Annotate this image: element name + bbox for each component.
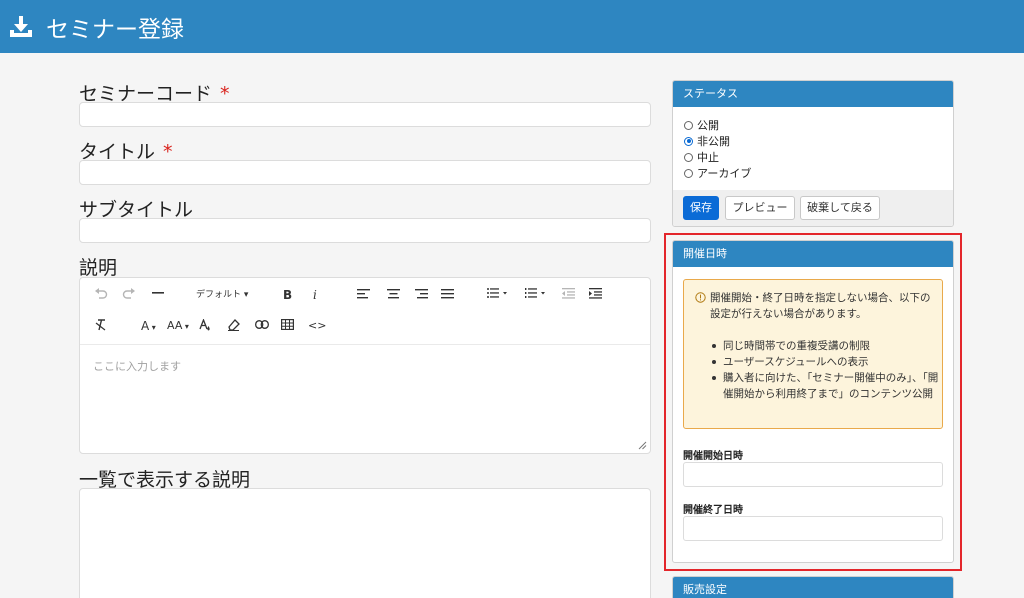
description-label: 説明 [79, 257, 118, 279]
link-icon[interactable] [255, 320, 269, 329]
editor-toolbar-row-2: A ▾ AA ▾ <> [80, 314, 650, 342]
preview-button[interactable]: プレビュー [725, 196, 795, 220]
sales-panel-title: 販売設定 [673, 577, 953, 598]
align-center-icon[interactable] [387, 289, 400, 299]
list-description-input[interactable] [79, 488, 651, 598]
font-size-button[interactable]: AA ▾ [167, 318, 189, 335]
outdent-icon[interactable] [562, 288, 575, 299]
discard-button[interactable]: 破棄して戻る [800, 196, 880, 220]
font-color-button[interactable]: A ▾ [141, 318, 156, 336]
seminar-code-input[interactable] [79, 102, 651, 127]
description-editor: デフォルト ▾ B i A ▾ AA ▾ <> ここに入力します [79, 277, 651, 454]
italic-button[interactable]: i [313, 287, 317, 303]
highlight-frame [664, 233, 962, 571]
table-icon[interactable] [281, 319, 294, 330]
align-right-icon[interactable] [415, 289, 428, 299]
clear-format-icon[interactable] [95, 319, 107, 331]
title-input[interactable] [79, 160, 651, 185]
redo-icon[interactable] [122, 288, 136, 300]
resize-handle-icon[interactable] [638, 441, 647, 450]
status-option-cancelled[interactable]: 中止 [684, 149, 953, 165]
status-button-bar: 保存 プレビュー 破棄して戻る [673, 190, 953, 226]
page-title: セミナー登録 [46, 16, 184, 43]
status-option-private[interactable]: 非公開 [684, 133, 953, 149]
numbered-list-icon[interactable] [525, 288, 547, 299]
eraser-icon[interactable] [227, 319, 240, 331]
indent-icon[interactable] [589, 288, 602, 299]
horizontal-rule-icon[interactable] [152, 289, 164, 297]
app-header: セミナー登録 [0, 0, 1024, 53]
align-left-icon[interactable] [357, 289, 370, 299]
undo-icon[interactable] [94, 288, 108, 300]
align-justify-icon[interactable] [441, 289, 454, 299]
code-view-button[interactable]: <> [308, 318, 326, 334]
radio-icon[interactable] [684, 120, 693, 130]
subtitle-input[interactable] [79, 218, 651, 243]
editor-placeholder[interactable]: ここに入力します [93, 358, 181, 374]
download-icon [10, 15, 32, 37]
status-option-public[interactable]: 公開 [684, 117, 953, 133]
sales-panel: 販売設定 [672, 576, 954, 598]
bullet-list-icon[interactable] [487, 288, 509, 299]
font-family-dropdown[interactable]: デフォルト ▾ [196, 287, 248, 303]
status-option-archive[interactable]: アーカイブ [684, 165, 953, 181]
status-panel: ステータス 公開 非公開 中止 アーカイブ 保存 プレビュー 破棄して戻る [672, 80, 954, 227]
save-button[interactable]: 保存 [683, 196, 719, 220]
radio-icon[interactable] [684, 152, 693, 162]
status-radio-group: 公開 非公開 中止 アーカイブ [673, 107, 953, 181]
text-highlight-icon[interactable] [199, 319, 211, 332]
radio-selected-icon[interactable] [684, 136, 693, 146]
bold-button[interactable]: B [283, 287, 292, 303]
toolbar-divider [80, 344, 650, 345]
status-panel-title: ステータス [673, 81, 953, 107]
editor-toolbar-row-1: デフォルト ▾ B i [80, 282, 650, 310]
radio-icon[interactable] [684, 168, 693, 178]
